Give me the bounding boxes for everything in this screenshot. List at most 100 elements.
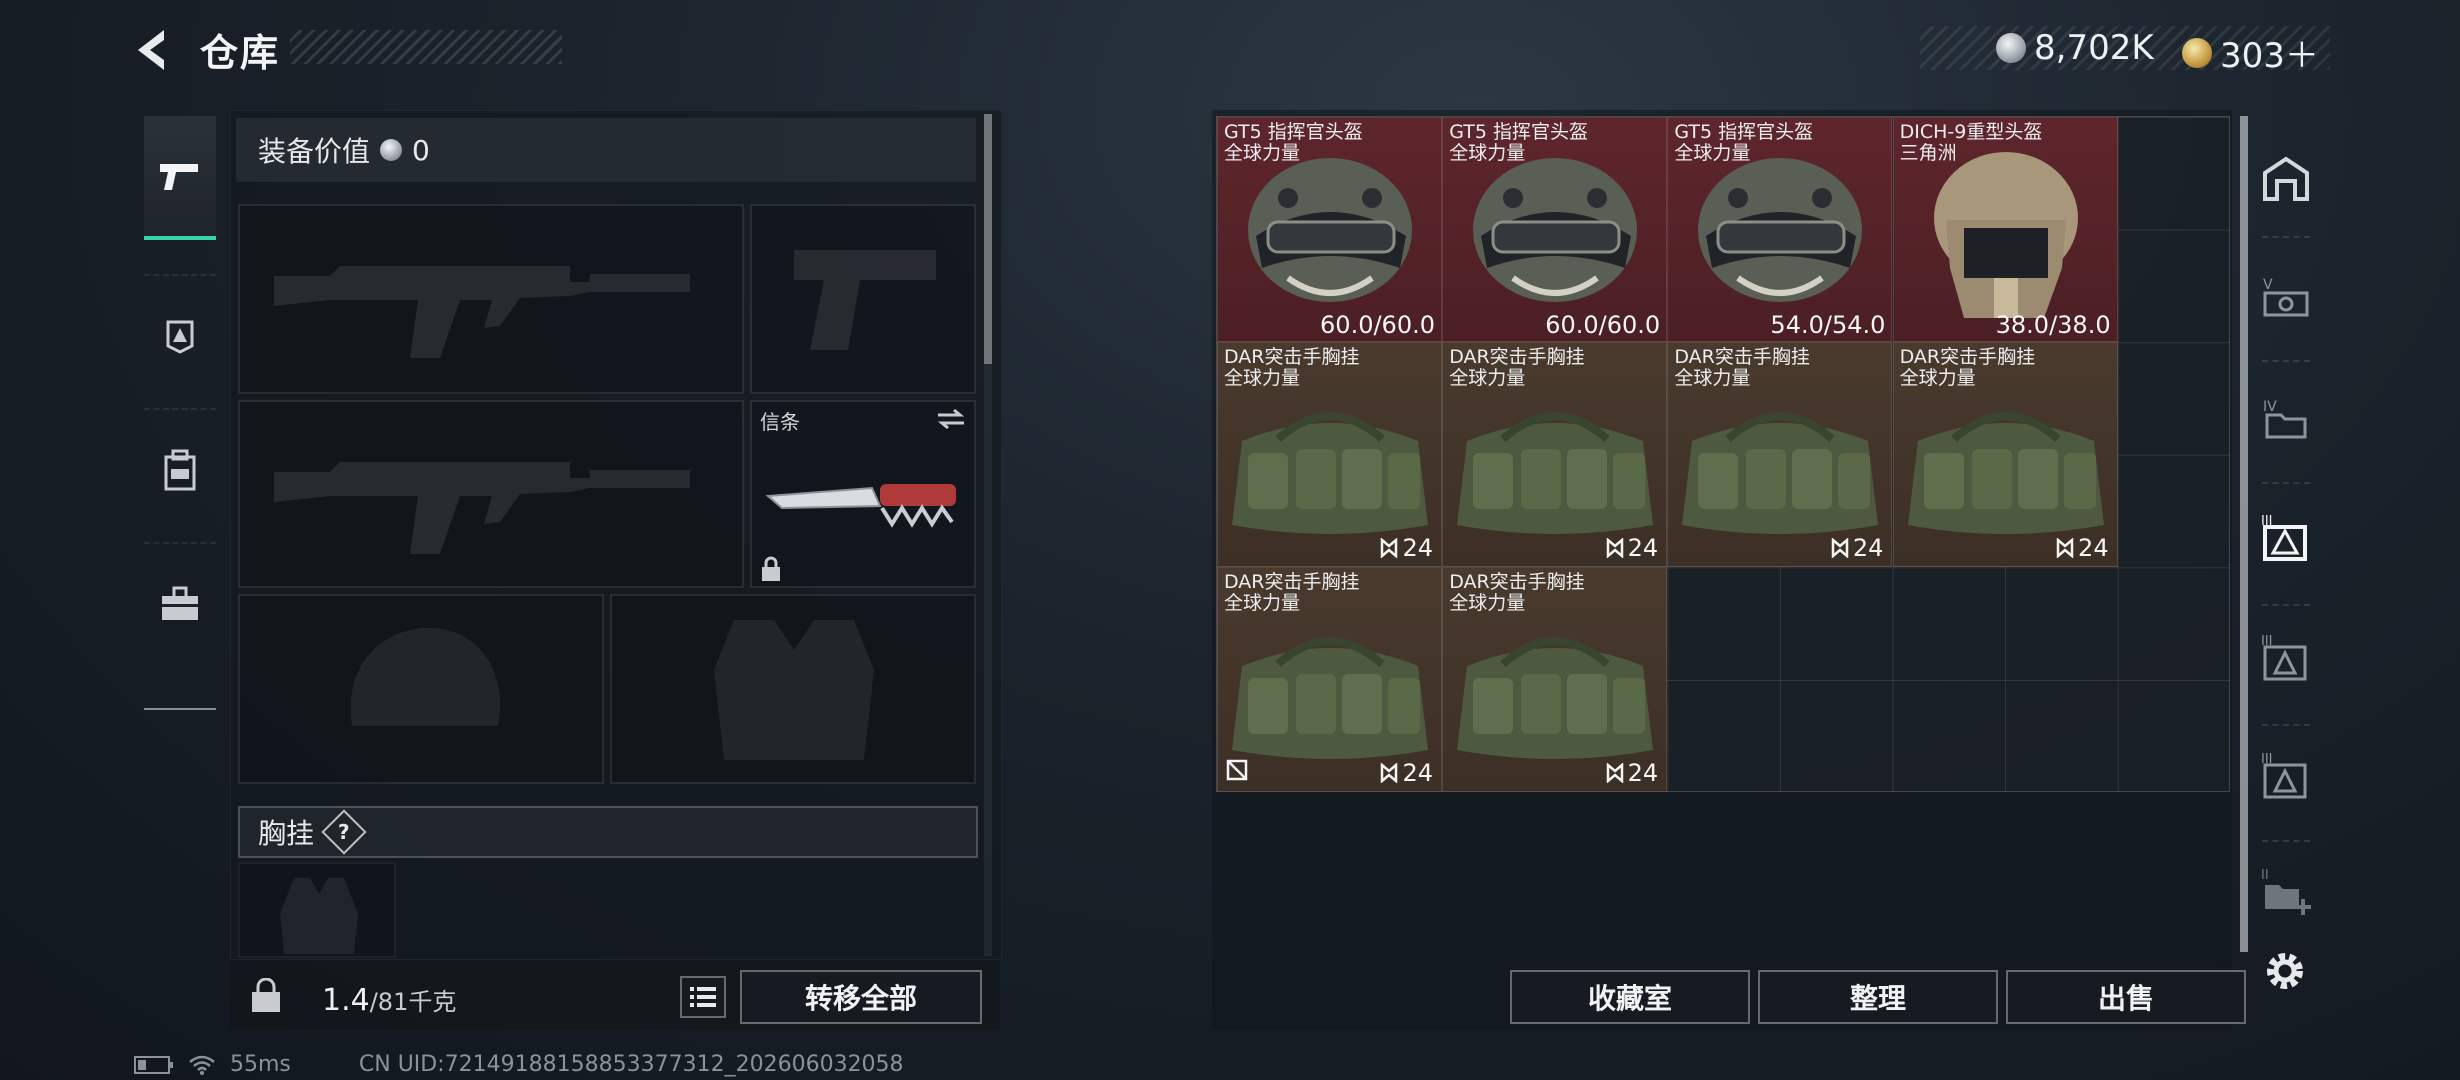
- section-label: 胸挂: [258, 817, 315, 850]
- gold-amount: 303＋: [2220, 36, 2319, 76]
- helmet-slot[interactable]: [238, 594, 604, 784]
- secondary-weapon-slot[interactable]: [750, 204, 976, 394]
- stash-page-nav: V IV III III III II: [2250, 140, 2322, 920]
- item-faction: 全球力量: [1449, 142, 1526, 164]
- toolbox-icon: [162, 586, 198, 620]
- primary-weapon-slot[interactable]: [238, 204, 744, 394]
- silver-coin-icon: [380, 139, 403, 161]
- stash-page-iii-c-icon[interactable]: III: [2256, 746, 2316, 806]
- item-faction: 三角洲: [1899, 142, 1957, 164]
- back-arrow-icon[interactable]: [130, 26, 178, 74]
- vest-silhouette-icon: [714, 620, 874, 760]
- swap-icon[interactable]: [936, 408, 966, 430]
- svg-text:IV: IV: [2263, 399, 2277, 415]
- item-name-line1: GT5 指挥官头盔: [1224, 121, 1363, 143]
- gold-coin-icon: [2182, 37, 2212, 68]
- title-stripe-decoration: [290, 30, 562, 64]
- stash-item-chest-rig[interactable]: DAR突击手胸挂 全球力量 24: [1217, 342, 1442, 568]
- sell-button[interactable]: 出售: [2006, 970, 2246, 1024]
- equip-value-label: 装备价值: [258, 135, 371, 168]
- list-view-button[interactable]: [680, 976, 726, 1018]
- capacity-value: 24: [1402, 534, 1433, 563]
- capacity-icon: [1606, 763, 1623, 784]
- item-name-line1: DAR突击手胸挂: [1899, 346, 2036, 369]
- ping-text: 55ms: [230, 1052, 291, 1077]
- stash-page-iii-active-icon[interactable]: III: [2256, 508, 2316, 568]
- stash-item-helmet[interactable]: DICH-9重型头盔 三角洲 38.0/38.0: [1892, 117, 2118, 342]
- melee-slot[interactable]: 信条: [750, 400, 976, 588]
- item-faction: 全球力量: [1674, 142, 1751, 164]
- transfer-all-button[interactable]: 转移全部: [740, 970, 982, 1024]
- item-name-line1: DAR突击手胸挂: [1224, 346, 1360, 369]
- gold-currency[interactable]: 303＋: [2182, 28, 2319, 77]
- stash-page-iii-b-icon[interactable]: III: [2256, 628, 2316, 688]
- item-capacity: 24: [2056, 534, 2109, 562]
- stash-item-chest-rig[interactable]: DAR突击手胸挂 全球力量 24: [1892, 342, 2118, 568]
- left-category-nav: [134, 108, 226, 712]
- settings-gear-icon[interactable]: [2262, 948, 2308, 998]
- item-name: GT5 指挥官头盔 全球力量: [1449, 122, 1588, 164]
- item-capacity: 24: [1380, 759, 1433, 787]
- nav-backpack[interactable]: [144, 410, 216, 530]
- silver-coin-icon: [1996, 33, 2026, 63]
- pistol-icon: [160, 164, 198, 190]
- stash-item-chest-rig[interactable]: DAR突击手胸挂 全球力量 24: [1217, 567, 1442, 793]
- capacity-icon: [1381, 538, 1398, 559]
- capacity-value: 24: [1852, 534, 1884, 563]
- item-name-line1: DAR突击手胸挂: [1449, 346, 1585, 369]
- collection-room-button[interactable]: 收藏室: [1510, 970, 1750, 1024]
- item-name: DAR突击手胸挂 全球力量: [1224, 347, 1360, 389]
- nav-toolbox[interactable]: [144, 544, 216, 664]
- no-insure-icon: [1226, 759, 1248, 785]
- stash-item-chest-rig[interactable]: DAR突击手胸挂 全球力量 24: [1442, 342, 1668, 568]
- chest-rig-slot[interactable]: [238, 862, 396, 958]
- item-capacity: 24: [1831, 534, 1884, 563]
- stash-home-icon[interactable]: [2256, 148, 2316, 208]
- item-name: DAR突击手胸挂 全球力量: [1449, 347, 1585, 389]
- stash-page-iv-icon[interactable]: IV: [2256, 388, 2316, 448]
- wifi-icon: [189, 1055, 215, 1075]
- rifle-silhouette-icon: [274, 266, 690, 358]
- item-durability: 60.0/60.0: [1545, 311, 1661, 339]
- carry-weight: 1.4/81千克: [322, 982, 456, 1018]
- rifle-silhouette-icon: [274, 462, 690, 554]
- silver-currency[interactable]: 8,702K: [1996, 28, 2154, 68]
- chest-rig-section-header: 胸挂 ?: [238, 806, 978, 858]
- svg-text:V: V: [2263, 277, 2273, 293]
- stash-item-helmet[interactable]: GT5 指挥官头盔 全球力量 60.0/60.0: [1217, 117, 1442, 342]
- melee-label: 信条: [760, 410, 800, 434]
- help-icon[interactable]: ?: [321, 809, 367, 855]
- capacity-value: 24: [1627, 534, 1659, 563]
- item-name-line1: DAR突击手胸挂: [1224, 571, 1360, 594]
- capacity-value: 24: [1627, 759, 1659, 788]
- loadout-scroll-thumb[interactable]: [984, 114, 992, 364]
- nav-weapons[interactable]: [144, 116, 216, 240]
- item-faction: 全球力量: [1899, 367, 1976, 390]
- add-stash-page-icon[interactable]: II: [2256, 862, 2316, 922]
- item-name: DAR突击手胸挂 全球力量: [1449, 572, 1585, 614]
- nav-armor[interactable]: [144, 276, 216, 396]
- rig-silhouette-icon: [280, 878, 358, 954]
- page-title: 仓库: [200, 31, 281, 75]
- primary-weapon-slot-2[interactable]: [238, 400, 744, 588]
- status-bar: 55ms CN UID:72149188158853377312_2026060…: [134, 1052, 904, 1077]
- stash-item-helmet[interactable]: GT5 指挥官头盔 全球力量 54.0/54.0: [1667, 117, 1893, 342]
- sort-button[interactable]: 整理: [1758, 970, 1998, 1024]
- stash-item-chest-rig[interactable]: DAR突击手胸挂 全球力量 24: [1667, 342, 1893, 568]
- item-faction: 全球力量: [1224, 367, 1301, 390]
- item-name-line1: GT5 指挥官头盔: [1449, 121, 1588, 143]
- weight-lock-icon: [248, 977, 284, 1018]
- body-armor-slot[interactable]: [610, 594, 976, 784]
- item-name-line1: DICH-9重型头盔: [1899, 121, 2043, 143]
- stash-page-v-icon[interactable]: V: [2256, 266, 2316, 326]
- capacity-value: 24: [2078, 534, 2109, 563]
- capacity-value: 24: [1402, 759, 1433, 788]
- stash-item-helmet[interactable]: GT5 指挥官头盔 全球力量 60.0/60.0: [1442, 117, 1668, 342]
- equipment-value-bar: 装备价值 0: [236, 118, 976, 182]
- capacity-icon: [1831, 538, 1849, 559]
- item-name-line1: GT5 指挥官头盔: [1674, 121, 1814, 143]
- stash-scrollbar[interactable]: [2240, 116, 2248, 952]
- battery-icon: [134, 1055, 173, 1074]
- item-durability: 60.0/60.0: [1320, 311, 1435, 339]
- stash-item-chest-rig[interactable]: DAR突击手胸挂 全球力量 24: [1442, 567, 1668, 793]
